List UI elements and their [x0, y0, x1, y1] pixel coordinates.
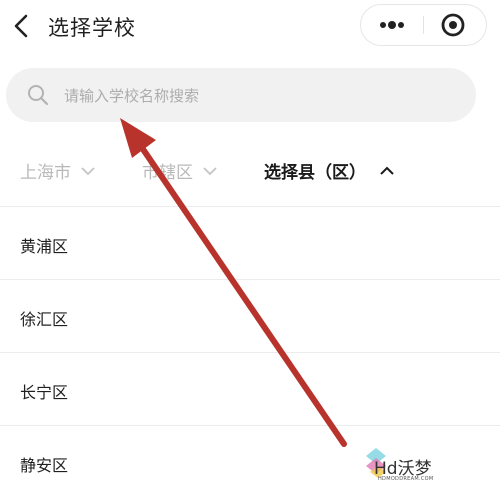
- district-label: 静安区: [20, 456, 69, 475]
- chevron-down-icon: [203, 166, 217, 175]
- list-item[interactable]: 徐汇区: [0, 279, 500, 352]
- filter-district[interactable]: 选择县（区）: [264, 158, 394, 183]
- list-item[interactable]: 长宁区: [0, 352, 500, 425]
- filter-city-label: 市辖区: [142, 163, 193, 183]
- search-bar[interactable]: [6, 68, 476, 122]
- list-item[interactable]: 黄浦区: [0, 206, 500, 279]
- watermark-subtext: HDMODDREAM.COM: [378, 476, 434, 482]
- filter-province-label: 上海市: [20, 163, 71, 183]
- district-label: 黄浦区: [20, 237, 69, 256]
- watermark-logo: Hd沃梦 HDMODDREAM.COM: [362, 446, 440, 486]
- chevron-left-icon: [14, 14, 28, 38]
- filter-district-label: 选择县（区）: [264, 163, 366, 183]
- filter-province[interactable]: 上海市: [20, 158, 95, 183]
- more-dots-icon: [380, 21, 404, 29]
- region-filter-bar: 上海市 市辖区 选择县（区）: [0, 146, 500, 196]
- capsule-divider: [423, 16, 424, 34]
- more-button[interactable]: [361, 5, 423, 45]
- mini-program-capsule: [360, 4, 487, 46]
- search-icon: [28, 85, 49, 106]
- target-close-icon: [441, 13, 465, 37]
- district-label: 徐汇区: [20, 310, 69, 329]
- chevron-up-icon: [380, 166, 394, 175]
- close-button[interactable]: [425, 5, 487, 45]
- filter-city[interactable]: 市辖区: [142, 158, 217, 183]
- district-label: 长宁区: [20, 383, 69, 402]
- nav-bar: 选择学校: [0, 0, 500, 56]
- chevron-down-icon: [81, 166, 95, 175]
- back-button[interactable]: [10, 12, 34, 40]
- page-title: 选择学校: [48, 16, 136, 40]
- search-input[interactable]: [62, 78, 446, 114]
